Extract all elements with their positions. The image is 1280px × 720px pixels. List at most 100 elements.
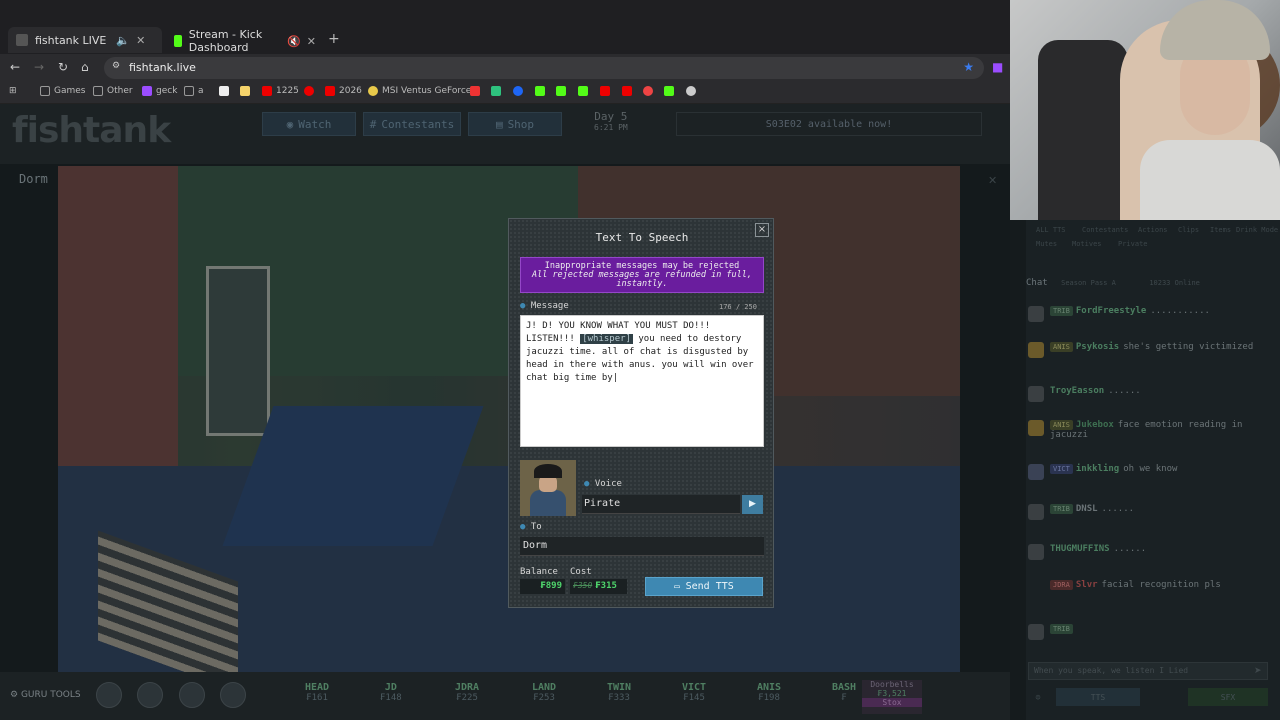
- contestant-land[interactable]: LAND ₣253: [532, 682, 556, 703]
- chat-input[interactable]: When you speak, we listen I Lied: [1028, 662, 1268, 680]
- send-arrow-icon[interactable]: ➤: [1254, 666, 1262, 676]
- contestant-head[interactable]: HEAD ₣161: [305, 682, 329, 703]
- site-info-icon[interactable]: ⚙: [112, 61, 120, 71]
- time-label: 6:21 PM: [594, 123, 628, 132]
- filter-contestants[interactable]: Contestants: [1082, 226, 1128, 234]
- extension-icon[interactable]: ■: [992, 60, 1003, 74]
- bookmark-icon-1[interactable]: [219, 86, 233, 96]
- bookmark-icon-8[interactable]: [556, 86, 570, 96]
- nav-shop[interactable]: ▤ Shop: [468, 112, 562, 136]
- filter-items[interactable]: Items: [1210, 226, 1231, 234]
- bookmark-a[interactable]: a: [184, 86, 204, 96]
- bookmark-icon-10[interactable]: [600, 86, 614, 96]
- filter-actions[interactable]: Actions: [1138, 226, 1168, 234]
- bookmark-icon-4[interactable]: [470, 86, 484, 96]
- doorbells-widget[interactable]: Doorbells ₣3,521 Stox: [862, 680, 922, 714]
- bookmark-github[interactable]: [686, 86, 700, 96]
- bookmark-other[interactable]: Other: [93, 86, 133, 96]
- bookmark-icon-6[interactable]: [513, 86, 527, 96]
- bookmark-icon-7[interactable]: [535, 86, 549, 96]
- tab-close-icon[interactable]: ✕: [307, 35, 316, 48]
- avatar: [1028, 386, 1044, 402]
- webcam-chair: [1038, 40, 1128, 220]
- fishtank-logo[interactable]: fishtank: [12, 110, 171, 151]
- url-text: fishtank.live: [129, 61, 196, 74]
- address-bar[interactable]: ⚙ fishtank.live ★: [104, 57, 984, 79]
- contestant-vict[interactable]: VICT ₣145: [682, 682, 706, 703]
- bookmark-icon-13[interactable]: [664, 86, 678, 96]
- cart-icon: ▤: [495, 117, 503, 131]
- msi-favicon-icon: [368, 86, 378, 96]
- contestant-anis[interactable]: ANIS ₣198: [757, 682, 781, 703]
- item-slot-2[interactable]: [137, 682, 163, 708]
- filter-all-tts[interactable]: ALL TTS: [1036, 226, 1066, 234]
- tab-label: Stream - Kick Dashboard: [188, 28, 263, 54]
- bookmark-games[interactable]: Games: [40, 86, 85, 96]
- reload-icon[interactable]: ↻: [58, 60, 68, 74]
- tab-fishtank[interactable]: fishtank LIVE 🔈 ✕: [8, 27, 162, 53]
- new-tab-button[interactable]: +: [328, 31, 340, 47]
- bookmark-favicon-icon: [491, 86, 501, 96]
- chat-sfx-button[interactable]: SFX: [1188, 688, 1268, 706]
- bookmark-icon-5[interactable]: [491, 86, 505, 96]
- filter-drink-mode[interactable]: Drink Mode: [1236, 226, 1278, 234]
- bookmark-2026[interactable]: 2026: [325, 86, 362, 96]
- play-preview-icon[interactable]: ▶: [742, 495, 763, 514]
- bookmark-1225[interactable]: 1225: [262, 86, 299, 96]
- bookmark-msi[interactable]: MSI Ventus GeForce...: [368, 86, 480, 96]
- filter-private[interactable]: Private: [1118, 240, 1148, 248]
- emoji-icon[interactable]: ☺: [1032, 688, 1044, 706]
- balance-value: ₣899: [520, 579, 565, 594]
- bookmark-star-icon[interactable]: ★: [963, 60, 974, 74]
- bookmark-favicon-icon: [643, 86, 653, 96]
- bookmark-icon-12[interactable]: [643, 86, 657, 96]
- nav-watch[interactable]: ◉ Watch: [262, 112, 356, 136]
- speaker-icon[interactable]: 🔈: [116, 34, 130, 47]
- apps-grid-icon[interactable]: ⊞: [9, 86, 17, 96]
- mute-icon[interactable]: 🔇: [287, 35, 301, 48]
- tab-label: fishtank LIVE: [35, 33, 107, 47]
- message-icon: ●: [520, 301, 531, 311]
- announcement-banner[interactable]: S03E02 available now!: [676, 112, 982, 136]
- tab-kick-dashboard[interactable]: Stream - Kick Dashboard 🔇 ✕: [166, 28, 324, 54]
- guru-tools-label[interactable]: ⚙ GURU TOOLS: [10, 690, 81, 700]
- chat-bubble-icon: ▭: [674, 581, 680, 592]
- contestant-jdra[interactable]: JDRA ₣225: [455, 682, 479, 703]
- bookmark-icon-9[interactable]: [578, 86, 592, 96]
- bookmark-icon-3[interactable]: [304, 86, 318, 96]
- close-feed-icon[interactable]: ✕: [988, 174, 997, 187]
- voice-select[interactable]: Pirate: [582, 495, 740, 514]
- filter-clips[interactable]: Clips: [1178, 226, 1199, 234]
- browser-tab-bar: fishtank LIVE 🔈 ✕ Stream - Kick Dashboar…: [0, 0, 1010, 54]
- contestant-twin[interactable]: TWIN ₣333: [607, 682, 631, 703]
- item-slot-4[interactable]: [220, 682, 246, 708]
- filter-mutes[interactable]: Mutes: [1036, 240, 1057, 248]
- tab-close-icon[interactable]: ✕: [136, 34, 145, 47]
- nav-contestants[interactable]: # Contestants: [363, 112, 461, 136]
- to-room-field[interactable]: Dorm: [520, 537, 764, 556]
- webcam-shirt: [1140, 140, 1280, 220]
- contestant-jd[interactable]: JD ₣148: [380, 682, 402, 703]
- avatar: [1028, 464, 1044, 480]
- forward-icon[interactable]: →: [34, 60, 44, 74]
- season-pass-label[interactable]: Season Pass A: [1061, 279, 1116, 287]
- online-count: 10233 Online: [1149, 279, 1200, 287]
- bookmark-favicon-icon: [240, 86, 250, 96]
- bookmark-geck[interactable]: geck: [142, 86, 177, 96]
- bookmark-icon-11[interactable]: [622, 86, 636, 96]
- item-slot-3[interactable]: [179, 682, 205, 708]
- chat-message: TroyEasson......: [1028, 386, 1258, 402]
- filter-motives[interactable]: Motives: [1072, 240, 1102, 248]
- send-tts-button[interactable]: ▭ Send TTS: [645, 577, 763, 596]
- chat-tts-button[interactable]: TTS: [1056, 688, 1140, 706]
- close-icon[interactable]: ×: [755, 223, 769, 237]
- bookmark-icon-2[interactable]: [240, 86, 254, 96]
- message-textarea[interactable]: J! D! YOU KNOW WHAT YOU MUST DO!!! LISTE…: [520, 315, 764, 447]
- home-icon[interactable]: ⌂: [81, 60, 89, 74]
- bookmark-favicon-icon: [219, 86, 229, 96]
- contestant-bash[interactable]: BASH ₣: [832, 682, 856, 703]
- item-slot-1[interactable]: [96, 682, 122, 708]
- day-label: Day 5: [594, 110, 628, 123]
- back-icon[interactable]: ←: [10, 60, 20, 74]
- kick-favicon-icon: [174, 35, 182, 47]
